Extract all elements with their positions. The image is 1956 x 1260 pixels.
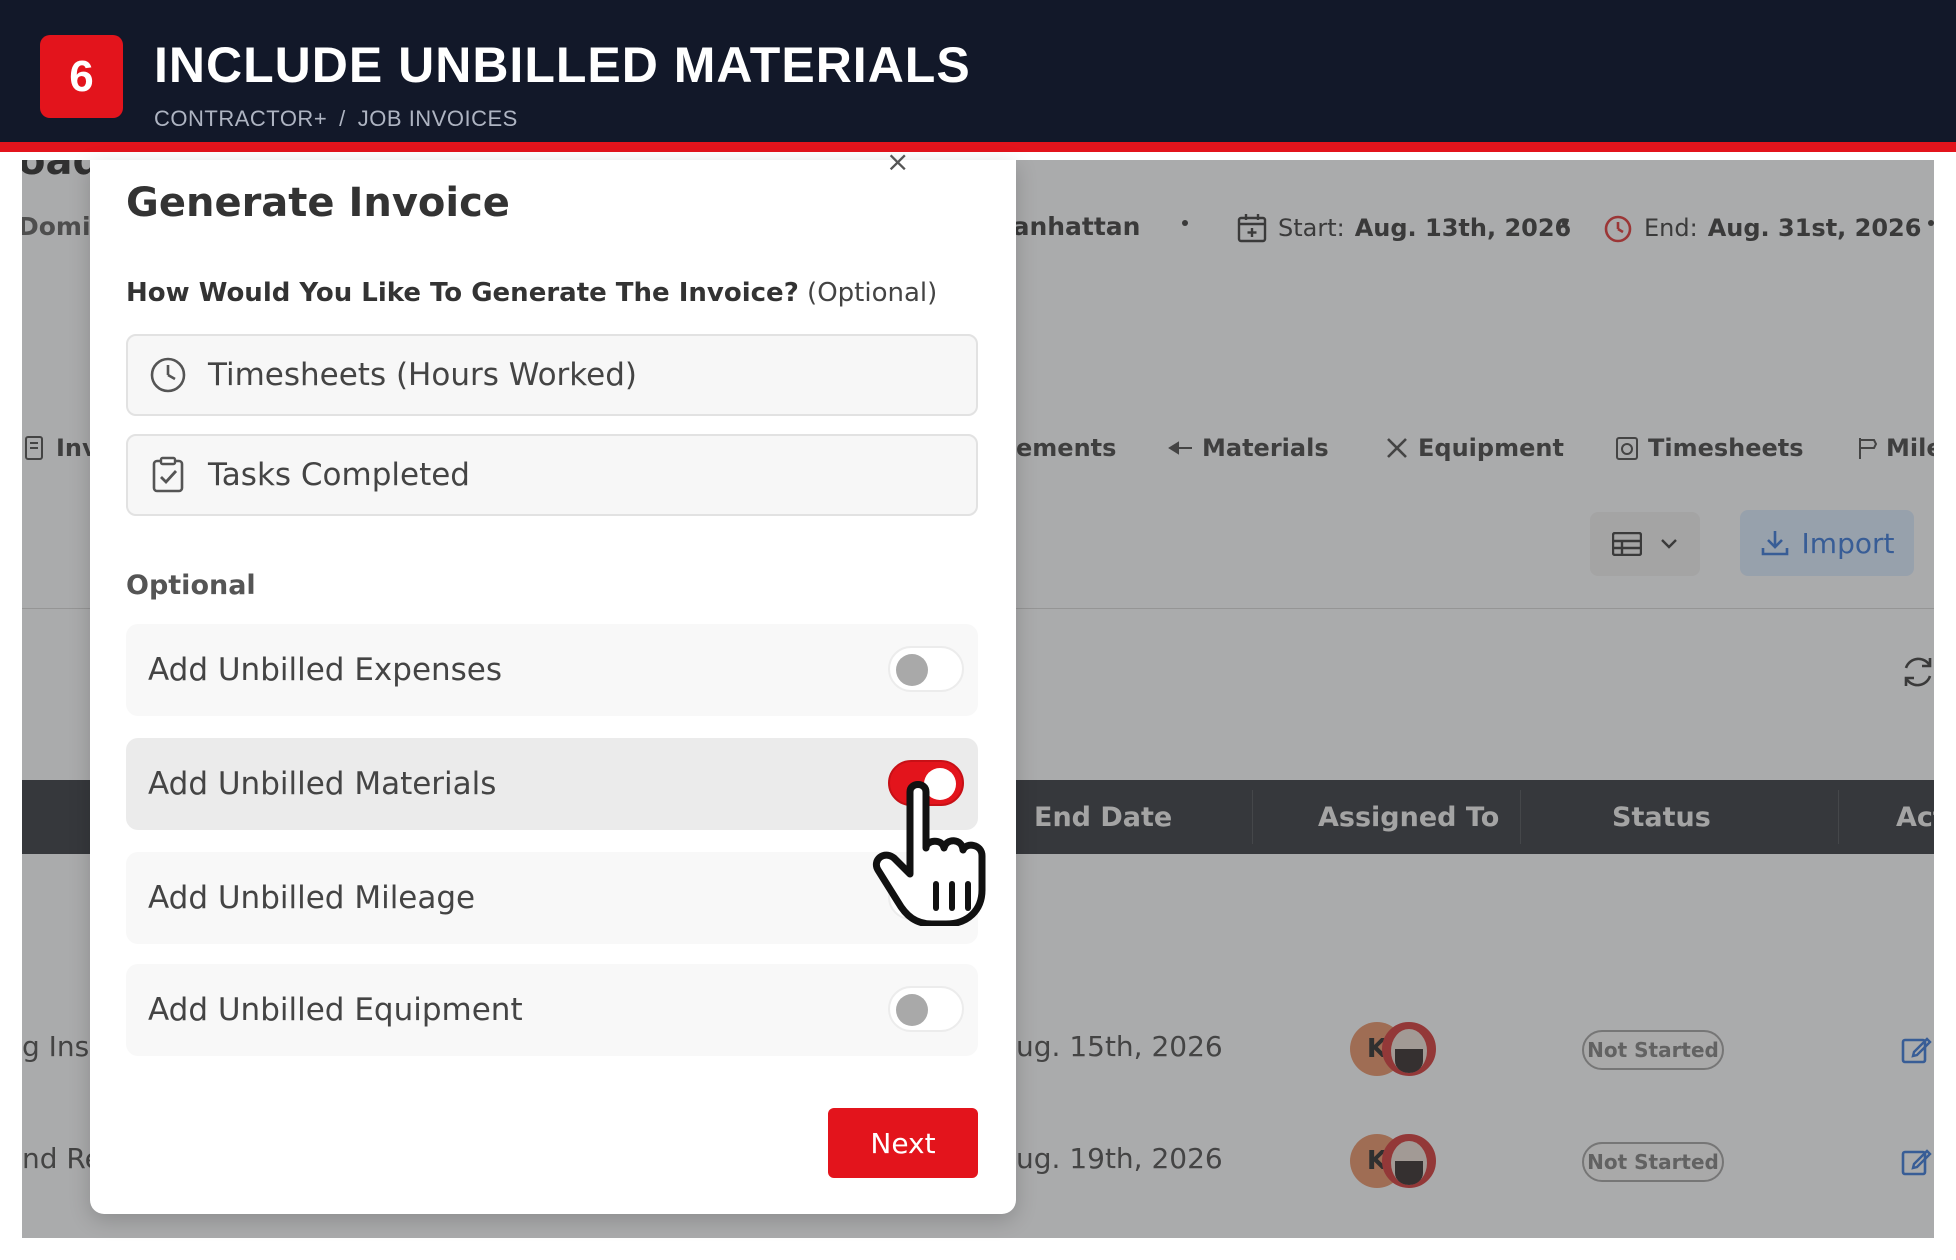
question-optional-tag: (Optional) — [807, 278, 938, 308]
toggle-knob — [896, 994, 928, 1026]
option-unbilled-equipment: Add Unbilled Equipment — [126, 964, 978, 1056]
breadcrumb-app: CONTRACTOR+ — [154, 106, 328, 131]
breadcrumb: CONTRACTOR+ / JOB INVOICES — [154, 106, 518, 132]
toggle-knob — [896, 654, 928, 686]
pointer-hand-cursor-icon — [873, 781, 986, 926]
option-unbilled-expenses: Add Unbilled Expenses — [126, 624, 978, 716]
option-unbilled-materials: Add Unbilled Materials — [126, 738, 978, 830]
next-button[interactable]: Next — [828, 1108, 978, 1178]
breadcrumb-separator: / — [339, 106, 346, 131]
optional-heading: Optional — [126, 570, 256, 601]
unbilled-equipment-toggle[interactable] — [888, 986, 964, 1032]
generate-invoice-modal: Generate Invoice How Would You Like To G… — [90, 160, 1016, 1214]
question-text: How Would You Like To Generate The Invoi… — [126, 278, 799, 308]
banner-accent-line — [0, 142, 1956, 152]
breadcrumb-page: JOB INVOICES — [357, 106, 518, 131]
clock-icon — [150, 357, 186, 393]
choice-tasks-completed[interactable]: Tasks Completed — [126, 434, 978, 516]
clipboard-check-icon — [152, 456, 184, 493]
option-label: Add Unbilled Mileage — [148, 880, 476, 916]
option-label: Add Unbilled Equipment — [148, 992, 523, 1028]
generation-method-question: How Would You Like To Generate The Invoi… — [126, 278, 937, 308]
step-number-badge: 6 — [40, 35, 123, 118]
unbilled-expenses-toggle[interactable] — [888, 646, 964, 692]
option-label: Add Unbilled Materials — [148, 766, 497, 802]
choice-timesheets[interactable]: Timesheets (Hours Worked) — [126, 334, 978, 416]
banner-title: INCLUDE UNBILLED MATERIALS — [154, 37, 971, 93]
option-unbilled-mileage: Add Unbilled Mileage — [126, 852, 978, 944]
modal-close-button[interactable]: × — [886, 148, 909, 176]
option-label: Add Unbilled Expenses — [148, 652, 503, 688]
tutorial-banner: 6 INCLUDE UNBILLED MATERIALS CONTRACTOR+… — [0, 0, 1956, 152]
choice-label: Timesheets (Hours Worked) — [208, 357, 637, 393]
choice-label: Tasks Completed — [208, 457, 470, 493]
modal-title: Generate Invoice — [126, 180, 510, 226]
